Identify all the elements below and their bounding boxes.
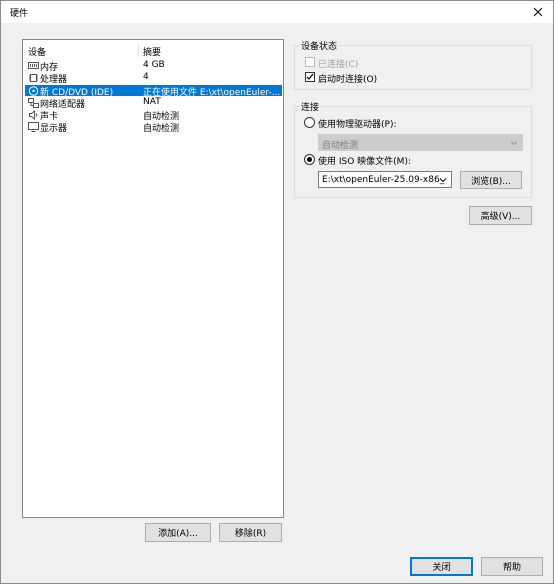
iso-image-label: 使用 ISO 映像文件(M): [318, 157, 411, 167]
device-name: 显示器 [40, 124, 68, 134]
device-row-sound-card[interactable]: 声卡 自动检测 [25, 109, 282, 122]
device-summary: 自动检测 [143, 124, 180, 134]
device-summary: 4 [143, 72, 149, 82]
iso-path-combobox[interactable]: E:\xt\openEuler-25.09-x86_ [318, 171, 452, 188]
connected-label: 已连接(C) [318, 60, 359, 70]
memory-icon [28, 61, 39, 70]
sound-card-icon [28, 109, 39, 121]
chevron-down-icon[interactable] [438, 175, 448, 185]
device-summary: NAT [143, 97, 161, 107]
device-summary: 4 GB [143, 60, 165, 70]
device-row-memory[interactable]: 内存 4 GB [25, 60, 282, 73]
advanced-button[interactable]: 高级(V)... [469, 206, 532, 225]
connected-checkbox[interactable] [305, 57, 315, 67]
device-row-processor[interactable]: 处理器 4 [25, 72, 282, 85]
physical-drive-value: 自动检测 [322, 141, 359, 151]
physical-drive-radio[interactable] [304, 117, 315, 128]
column-separator[interactable] [138, 45, 139, 57]
connect-on-power-on-label: 启动时连接(O) [318, 75, 378, 85]
network-adapter-icon [28, 98, 39, 108]
display-icon [28, 122, 39, 132]
connect-on-power-on-checkbox[interactable] [305, 72, 315, 82]
processor-icon [28, 73, 39, 82]
device-row-cd-dvd[interactable]: 新 CD/DVD (IDE) 正在使用文件 E:\xt\openEuler-..… [25, 85, 282, 98]
device-status-group-label: 设备状态 [299, 39, 340, 52]
device-list: 设备 摘要 内存 4 GB 处理器 4 新 CD/DVD (IDE) 正在使用文… [22, 39, 284, 518]
device-row-network-adapter[interactable]: 网络适配器 NAT [25, 97, 282, 110]
checkmark-icon [306, 73, 314, 80]
physical-drive-select[interactable]: 自动检测 [318, 134, 523, 151]
connection-group-label: 连接 [299, 100, 322, 113]
browse-button[interactable]: 浏览(B)... [460, 171, 522, 189]
column-header-device[interactable]: 设备 [28, 45, 46, 58]
iso-image-radio[interactable] [304, 154, 315, 165]
cd-dvd-icon [28, 86, 39, 96]
window-title: 硬件 [10, 9, 29, 19]
close-button[interactable]: 关闭 [410, 557, 473, 576]
device-row-display[interactable]: 显示器 自动检测 [25, 121, 282, 134]
column-header-summary[interactable]: 摘要 [143, 45, 161, 58]
hardware-dialog: 硬件 设备 摘要 内存 4 GB 处理器 4 新 CD/DVD (IDE) 正在… [0, 0, 554, 584]
title-bar: 硬件 [1, 1, 553, 23]
chevron-down-icon [509, 138, 519, 148]
remove-device-button[interactable]: 移除(R) [219, 523, 282, 542]
add-device-button[interactable]: 添加(A)... [145, 523, 211, 542]
iso-path-value: E:\xt\openEuler-25.09-x86_ [322, 175, 445, 185]
physical-drive-label: 使用物理驱动器(P): [318, 120, 397, 130]
help-button[interactable]: 帮助 [481, 557, 543, 576]
device-name: 处理器 [40, 75, 68, 85]
close-icon[interactable] [529, 3, 547, 21]
device-list-header: 设备 摘要 [23, 43, 283, 58]
